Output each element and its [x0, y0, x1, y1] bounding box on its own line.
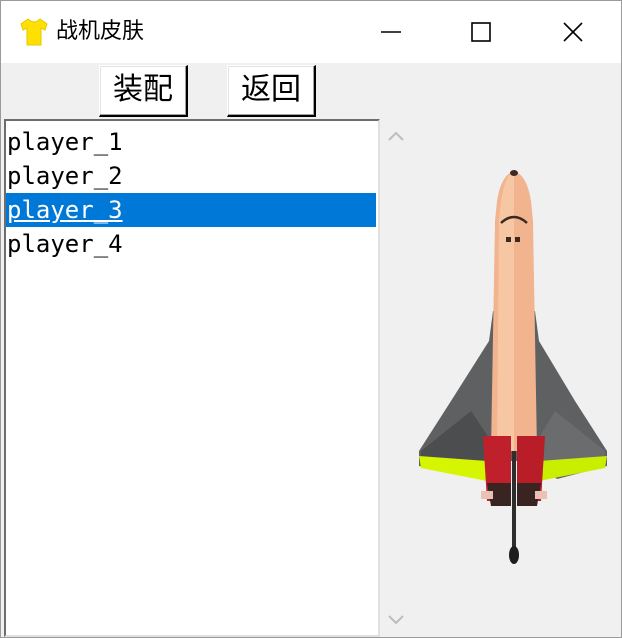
- list-item-player-2[interactable]: player_2: [6, 159, 376, 193]
- list-item-player-1[interactable]: player_1: [6, 125, 376, 159]
- window-title: 战机皮肤: [56, 19, 145, 44]
- equip-button[interactable]: 装配: [99, 65, 188, 117]
- list-item-player-3[interactable]: player_3: [6, 193, 376, 227]
- close-button[interactable]: [527, 1, 619, 63]
- space-shuttle-skin: [419, 170, 607, 564]
- chevron-up-icon[interactable]: [385, 127, 407, 145]
- title-bar[interactable]: 战机皮肤: [1, 1, 621, 63]
- maximize-button[interactable]: [435, 1, 527, 63]
- back-button[interactable]: 返回: [227, 65, 316, 117]
- minimize-icon: [381, 31, 401, 33]
- tshirt-icon: [20, 18, 48, 46]
- skin-window: 战机皮肤 装配 返回 player_1 player_2 player_3 pl…: [0, 0, 622, 638]
- minimize-button[interactable]: [345, 1, 437, 63]
- skin-listbox[interactable]: player_1 player_2 player_3 player_4: [4, 119, 380, 637]
- chevron-down-icon[interactable]: [385, 611, 407, 629]
- close-icon: [563, 22, 583, 42]
- maximize-icon: [471, 22, 491, 42]
- list-item-player-4[interactable]: player_4: [6, 227, 376, 261]
